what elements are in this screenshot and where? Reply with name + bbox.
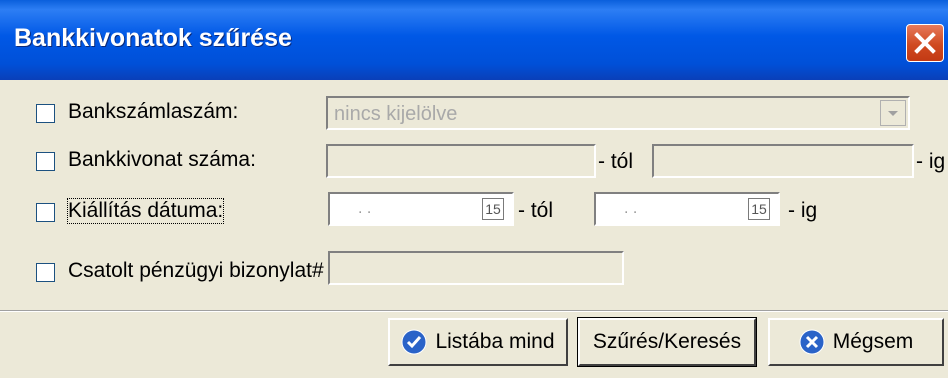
close-icon [914,32,936,54]
date-from-value: . . [358,200,372,217]
cancel-icon [799,329,825,355]
dialog-window: Bankkivonatok szűrése Bankszámlaszám: ni… [0,0,948,378]
dialog-title: Bankkivonatok szűrése [14,24,292,52]
statement-label: Bankkivonat száma: [68,148,256,171]
account-label: Bankszámlaszám: [68,100,239,123]
cancel-label: Mégsem [832,330,914,353]
date-to-value: . . [624,200,638,217]
voucher-field[interactable] [328,251,624,285]
close-button[interactable] [906,24,944,62]
voucher-checkbox[interactable] [36,263,55,282]
calendar-icon[interactable]: 15 [482,198,504,220]
voucher-label: Csatolt pénzügyi bizonylat# [68,259,324,282]
date-checkbox[interactable] [36,203,55,222]
date-label: Kiállítás dátuma: [66,198,225,224]
calendar-icon[interactable]: 15 [748,198,770,220]
cancel-button[interactable]: Mégsem [768,318,944,366]
statement-from-field[interactable] [326,144,596,178]
date-to-field[interactable]: . . 15 [594,192,780,226]
statement-checkbox[interactable] [36,152,55,171]
date-from-field[interactable]: . . 15 [328,192,514,226]
divider [0,311,948,312]
title-bar[interactable]: Bankkivonatok szűrése [0,0,948,80]
filter-label: Szűrés/Keresés [592,330,742,353]
list-all-label: Listába mind [435,330,555,353]
chevron-down-icon [888,111,898,116]
date-to-suffix: - ig [788,199,818,222]
list-all-button[interactable]: Listába mind [388,318,568,366]
statement-to-suffix: - ig [916,150,946,173]
account-dropdown-button[interactable] [880,100,906,126]
account-select[interactable]: nincs kijelölve [326,96,910,130]
account-checkbox[interactable] [36,104,55,123]
checkmark-icon [401,329,427,355]
statement-to-field[interactable] [652,144,914,178]
statement-from-suffix: - tól [598,150,634,173]
filter-button[interactable]: Szűrés/Keresés [577,317,757,367]
date-from-suffix: - tól [518,199,554,222]
account-select-value: nincs kijelölve [334,103,458,125]
